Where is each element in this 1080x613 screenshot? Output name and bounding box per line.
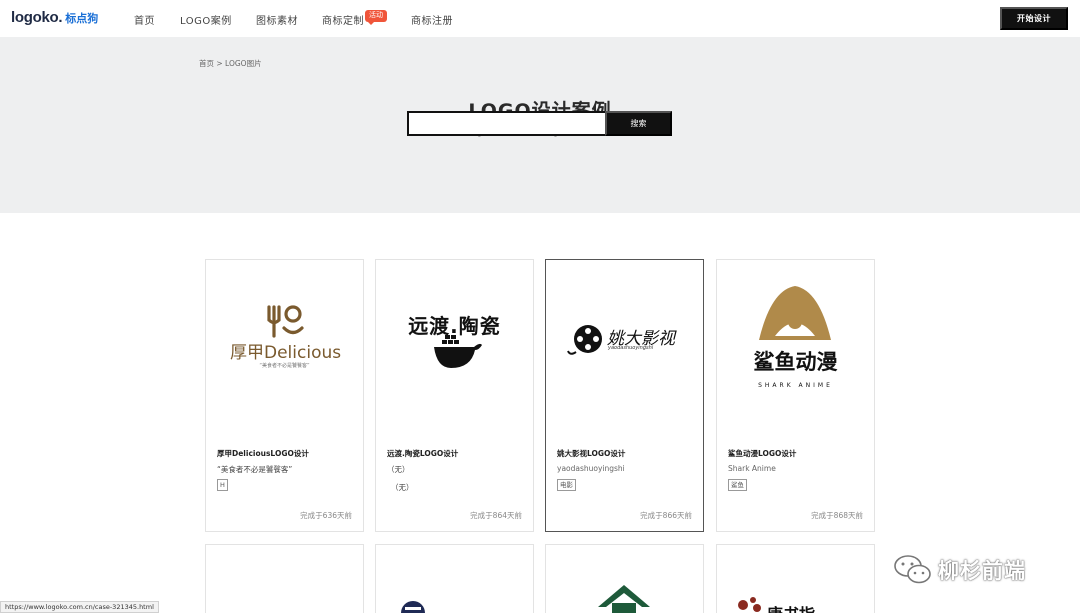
search-input[interactable] xyxy=(407,111,605,136)
wechat-icon xyxy=(894,555,931,584)
card-tag[interactable]: 鲨鱼 xyxy=(728,479,747,491)
card-time: 完成于866天前 xyxy=(640,511,692,520)
logo-wordmark: 厚甲Delicious xyxy=(230,338,350,363)
card-title[interactable]: 姚大影视LOGO设计 xyxy=(557,448,625,459)
card-time: 完成于868天前 xyxy=(811,511,863,520)
logo-text-cn: 标点狗 xyxy=(65,12,99,25)
logo-main-text: 唐书指 xyxy=(767,601,815,613)
watermark: 柳杉前端 xyxy=(893,553,1026,587)
card-subtitle: （无） xyxy=(387,465,410,474)
green-house-icon xyxy=(598,585,650,613)
logo-preview-shark: 鲨鱼动漫 SHARK ANIME xyxy=(717,260,874,440)
whale-ship-icon xyxy=(434,335,482,368)
logo-text-en: logoko. xyxy=(11,9,63,26)
logo-card-row2-2[interactable] xyxy=(375,544,534,613)
logo-slogan: “美食者不必是饕餮客” xyxy=(259,363,310,369)
logo-card-row2-3[interactable] xyxy=(545,544,704,613)
logo-card-row2-4[interactable]: 唐书指 xyxy=(716,544,875,613)
nav-trademark-custom[interactable]: 商标定制 xyxy=(322,12,364,27)
logo-en-text: SHARK ANIME xyxy=(758,382,833,389)
watermark-text: 柳杉前端 xyxy=(938,559,1026,583)
logo-preview-houjia: 厚甲Delicious “美食者不必是饕餮客” xyxy=(206,260,363,440)
site-logo[interactable]: logoko. 标点狗 xyxy=(11,9,98,29)
logo-card-yaoda[interactable]: 姚大影视 yaodashuoyingshi 姚大影视LOGO设计 yaodash… xyxy=(545,259,704,532)
logo-card-shark[interactable]: 鲨鱼动漫 SHARK ANIME 鲨鱼动漫LOGO设计 Shark Anime … xyxy=(716,259,875,532)
nav-logo-cases[interactable]: LOGO案例 xyxy=(180,12,232,27)
top-navigation-bar: logoko. 标点狗 首页 LOGO案例 图标素材 商标定制 活动 商标注册 … xyxy=(0,0,1080,37)
search-button[interactable]: 搜索 xyxy=(605,111,672,136)
hot-badge: 活动 xyxy=(365,10,387,25)
card-title[interactable]: 远渡.陶瓷LOGO设计 xyxy=(387,448,458,459)
card-tag[interactable]: H xyxy=(217,479,228,491)
card-time: 完成于636天前 xyxy=(300,511,352,520)
nav-home[interactable]: 首页 xyxy=(134,12,155,27)
card-subtitle: Shark Anime xyxy=(728,464,776,473)
nav-icon-materials[interactable]: 图标素材 xyxy=(256,12,298,27)
logo-main-text: 鲨鱼动漫 xyxy=(753,350,838,374)
logo-card-houjia[interactable]: 厚甲Delicious “美食者不必是饕餮客” 厚甲DeliciousLOGO设… xyxy=(205,259,364,532)
logo-card-yuandu[interactable]: 远渡.陶瓷 远渡.陶瓷LOGO设计 （无） （无） 完成于864天前 xyxy=(375,259,534,532)
logo-en-text: Delicious xyxy=(264,343,342,363)
status-bar-url: https://www.logoko.com.cn/case-321345.ht… xyxy=(0,601,159,613)
logo-preview-yaoda: 姚大影视 yaodashuoyingshi xyxy=(546,260,703,440)
card-subtitle: “美食者不必是饕餮客” xyxy=(217,465,293,474)
logo-card-row2-1[interactable] xyxy=(205,544,364,613)
breadcrumb[interactable]: 首页 > LOGO图片 xyxy=(199,58,262,69)
start-design-button[interactable]: 开始设计 xyxy=(1000,7,1068,30)
card-title[interactable]: 厚甲DeliciousLOGO设计 xyxy=(217,448,309,459)
blue-circle-logo-icon xyxy=(401,601,425,613)
logo-preview-yuandu: 远渡.陶瓷 xyxy=(376,260,533,440)
card-subtitle-2: （无） xyxy=(391,483,414,492)
card-tag[interactable]: 电影 xyxy=(557,479,576,491)
logo-main-text: 远渡.陶瓷 xyxy=(408,314,501,338)
logo-pinyin-text: yaodashuoyingshi xyxy=(608,345,654,351)
nav-trademark-register[interactable]: 商标注册 xyxy=(411,12,453,27)
card-title[interactable]: 鲨鱼动漫LOGO设计 xyxy=(728,448,796,459)
card-subtitle: yaodashuoyingshi xyxy=(557,464,625,473)
logo-main-text: 厚甲 xyxy=(230,343,264,363)
card-time: 完成于864天前 xyxy=(470,511,522,520)
